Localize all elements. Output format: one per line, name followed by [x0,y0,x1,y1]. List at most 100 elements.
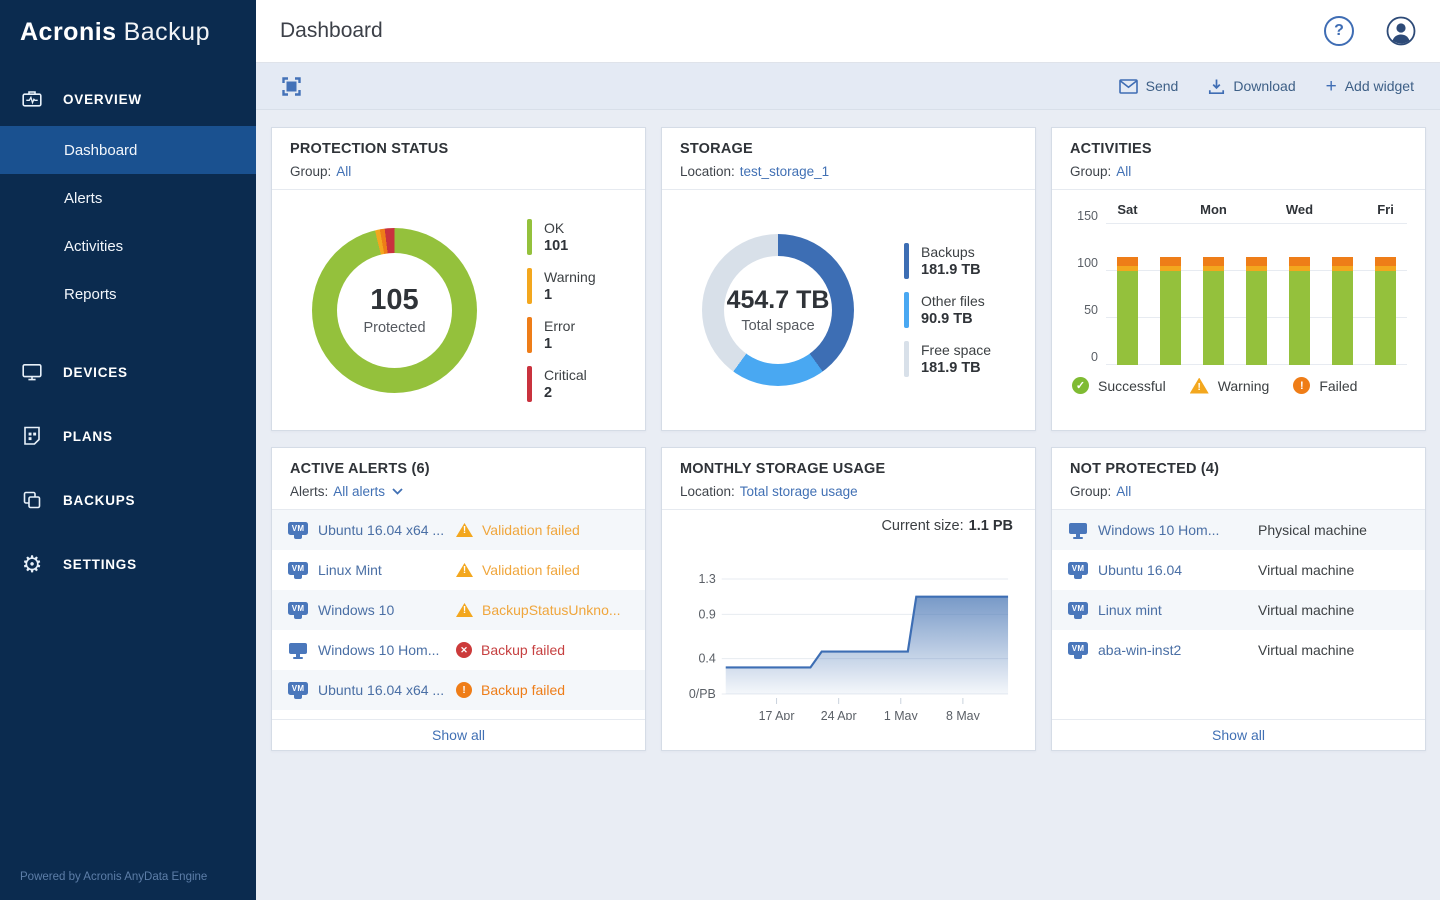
machine-link[interactable]: Ubuntu 16.04 [1098,562,1258,578]
machine-type: Physical machine [1258,522,1367,538]
device-row[interactable]: VM Ubuntu 16.04 Virtual machine [1052,550,1425,590]
storage-legend: Backups181.9 TB Other files90.9 TB Free … [904,243,991,377]
activities-legend: ✓Successful !Warning !Failed [1072,377,1407,394]
alert-row[interactable]: VM Ubuntu 16.04 x64 ... ! Backup failed [272,670,645,710]
device-row[interactable]: VM aba-win-inst2 Virtual machine [1052,630,1425,670]
help-icon[interactable]: ? [1324,16,1354,46]
machine-link[interactable]: Ubuntu 16.04 x64 ... [318,682,456,698]
widget-title: MONTHLY STORAGE USAGE [680,461,1017,477]
send-envelope-icon [1119,79,1138,94]
day-label [1321,202,1364,224]
alert-row[interactable]: VM Windows 10 ! BackupStatusUnkno... [272,590,645,630]
warning-triangle-icon: ! [456,603,473,617]
machine-type: Virtual machine [1258,562,1354,578]
send-button[interactable]: Send [1119,78,1179,94]
machine-link[interactable]: Windows 10 Hom... [318,642,456,658]
bar-segment-failed [1203,257,1224,266]
vm-machine-icon: VM [1068,642,1088,659]
sidebar: Acronis Backup OVERVIEW Dashboard Alerts… [0,0,256,900]
add-widget-button[interactable]: + Add widget [1326,77,1414,96]
fullscreen-button[interactable] [282,77,301,96]
x-axis-tick: 8 May [946,709,981,720]
area-fill [726,597,1008,694]
not-protected-list: Windows 10 Hom... Physical machine VM Ub… [1052,510,1425,719]
group-filter-link[interactable]: All [1116,484,1131,499]
legend-item-free-space: Free space181.9 TB [904,341,991,377]
bar-segment-successful [1203,271,1224,365]
day-label: Wed [1278,202,1321,224]
failed-circle-icon: ! [1293,377,1310,394]
legend-item-warning: !Warning [1190,378,1270,394]
y-axis-tick: 0 [1091,350,1098,364]
storage-usage-area-chart: 1.30.90.40/PB17 Apr24 Apr1 May8 May [680,544,1017,720]
sidebar-item-alerts[interactable]: Alerts [0,174,256,222]
show-all-link[interactable]: Show all [432,727,485,743]
sidebar-item-plans[interactable]: PLANS [0,404,256,468]
widget-storage: STORAGE Location: test_storage_1 454.7 T… [661,127,1036,431]
storage-donut-chart: 454.7 TB Total space [702,234,854,386]
location-filter-link[interactable]: test_storage_1 [740,164,829,179]
chevron-down-icon[interactable] [392,488,403,495]
current-size: Current size:1.1 PB [680,518,1017,544]
machine-link[interactable]: Linux Mint [318,562,456,578]
overview-subnav: Dashboard Alerts Activities Reports [0,126,256,318]
machine-link[interactable]: Windows 10 Hom... [1098,522,1258,538]
y-axis-tick: 1.3 [699,572,716,586]
sidebar-item-dashboard[interactable]: Dashboard [0,126,256,174]
user-avatar[interactable] [1386,16,1416,46]
alerts-list: VM Ubuntu 16.04 x64 ... ! Validation fai… [272,510,645,719]
alert-row[interactable]: VM Linux Mint ! Validation failed [272,550,645,590]
device-row[interactable]: Windows 10 Hom... Physical machine [1052,510,1425,550]
legend-item-successful: ✓Successful [1072,377,1166,394]
widget-monthly-storage: MONTHLY STORAGE USAGE Location: Total st… [661,447,1036,751]
machine-link[interactable]: Ubuntu 16.04 x64 ... [318,522,456,538]
legend-item-ok: OK101 [527,219,596,255]
activity-bar [1289,257,1310,365]
alert-row[interactable]: Windows 10 Hom... ✕ Backup failed [272,630,645,670]
legend-item-failed: !Failed [1293,377,1357,394]
sidebar-item-backups[interactable]: BACKUPS [0,468,256,532]
failed-circle-icon: ! [456,682,472,698]
alerts-filter-dropdown[interactable]: All alerts [333,484,385,499]
location-filter-link[interactable]: Total storage usage [740,484,858,499]
widget-active-alerts: ACTIVE ALERTS (6) Alerts: All alerts VM [271,447,646,751]
y-axis-tick: 0/PB [689,687,716,701]
x-axis-tick: 1 May [884,709,919,720]
machine-link[interactable]: Linux mint [1098,602,1258,618]
vm-machine-icon: VM [288,602,308,619]
show-all-link[interactable]: Show all [1212,727,1265,743]
sidebar-item-devices[interactable]: DEVICES [0,340,256,404]
acronis-backup-app: Acronis Backup OVERVIEW Dashboard Alerts… [0,0,1440,900]
sidebar-item-reports[interactable]: Reports [0,270,256,318]
widget-not-protected: NOT PROTECTED (4) Group: All Windows 10 … [1051,447,1426,751]
device-row[interactable]: VM Linux mint Virtual machine [1052,590,1425,630]
warning-triangle-icon: ! [1190,378,1209,394]
main-area: Dashboard ? [256,0,1440,900]
day-label [1149,202,1192,224]
sidebar-item-activities[interactable]: Activities [0,222,256,270]
bar-segment-failed [1289,257,1310,266]
sidebar-item-overview[interactable]: OVERVIEW [0,72,256,126]
widget-title: PROTECTION STATUS [290,141,627,157]
activity-bar [1160,257,1181,365]
widget-title: NOT PROTECTED (4) [1070,461,1407,477]
plus-icon: + [1326,77,1337,96]
group-filter-link[interactable]: All [336,164,351,179]
sidebar-item-settings[interactable]: ⚙ SETTINGS [0,532,256,596]
bar-segment-successful [1332,271,1353,365]
dashboard-toolbar: Send Download + Add widget [256,63,1440,110]
bar-segment-failed [1332,257,1353,266]
alert-row[interactable]: VM Ubuntu 16.04 x64 ... ! Validation fai… [272,510,645,550]
x-axis-tick: 24 Apr [821,709,857,720]
activity-bar [1203,257,1224,365]
alert-text: Backup failed [481,642,565,658]
plans-icon [20,424,44,448]
group-filter-link[interactable]: All [1116,164,1131,179]
machine-link[interactable]: aba-win-inst2 [1098,642,1258,658]
vm-machine-icon: VM [1068,602,1088,619]
bar-segment-successful [1117,271,1138,365]
bar-segment-failed [1117,257,1138,266]
machine-link[interactable]: Windows 10 [318,602,456,618]
download-button[interactable]: Download [1208,78,1295,95]
total-space-value: 454.7 TB [727,286,830,315]
